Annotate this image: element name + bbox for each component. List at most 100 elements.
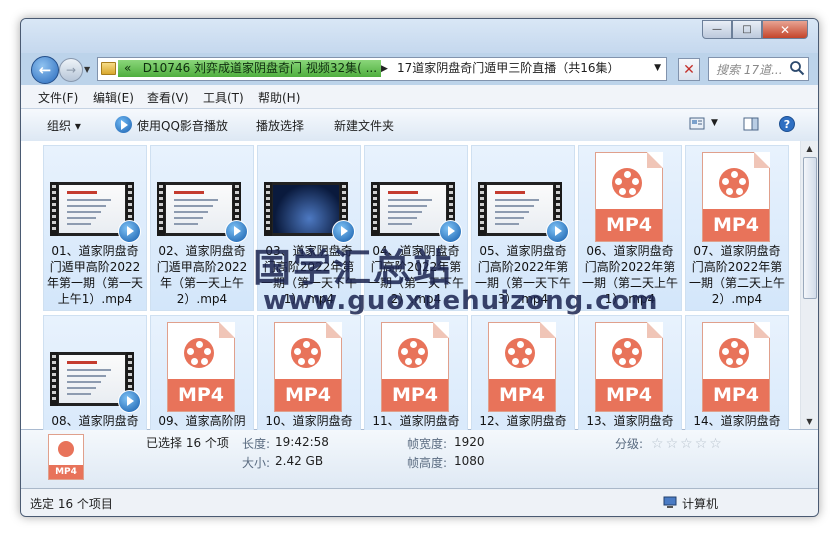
size-label: 大小:: [242, 456, 271, 470]
vertical-scrollbar[interactable]: ▲ ▼: [800, 141, 818, 429]
film-reel-icon: [719, 168, 749, 198]
mp4-icon-label: MP4: [596, 379, 662, 411]
breadcrumb-separator-icon[interactable]: ▶: [381, 59, 388, 79]
menu-help[interactable]: 帮助(H): [258, 89, 300, 106]
new-folder-button[interactable]: 新建文件夹: [334, 117, 394, 134]
page-fold: [219, 322, 235, 338]
preview-pane-icon[interactable]: [742, 115, 760, 133]
view-options-dropdown-icon[interactable]: ▼: [711, 118, 718, 128]
organize-button[interactable]: 组织 ▾: [47, 117, 81, 134]
breadcrumb-overflow-icon: «: [124, 61, 132, 75]
status-location-text: 计算机: [682, 497, 719, 511]
back-button[interactable]: ←: [31, 56, 59, 84]
star-icon[interactable]: ☆: [695, 437, 708, 451]
file-item[interactable]: MP4 07、道家阴盘奇门高阶2022年第一期（第二天上午2）.mp4: [685, 145, 789, 311]
play-with-qq-button[interactable]: 使用QQ影音播放: [137, 117, 228, 134]
file-list: ▲ ▼ 01、道家阴盘奇门遁甲高阶2022年第一期（第一天上午1）.mp4 02、…: [21, 141, 818, 481]
recent-pages-dropdown-icon[interactable]: ▼: [84, 65, 90, 74]
mp4-file-icon: MP4: [595, 152, 663, 242]
film-strip: [50, 352, 58, 406]
page-fold: [754, 152, 770, 168]
star-icon[interactable]: ☆: [680, 437, 693, 451]
address-bar[interactable]: « D10746 刘弈成道家阴盘奇门 视频32集( ... ▶ 17道家阴盘奇门…: [97, 57, 667, 81]
page-fold: [433, 322, 449, 338]
star-icon[interactable]: ☆: [651, 437, 664, 451]
mp4-icon-label: MP4: [382, 379, 448, 411]
file-name: 08、道家阴盘奇: [51, 414, 139, 428]
film-reel-icon: [58, 441, 74, 457]
mp4-file-icon: MP4: [274, 322, 342, 412]
film-strip: [478, 182, 486, 236]
film-strip: [264, 182, 272, 236]
status-bar: 选定 16 个项目 计算机: [21, 488, 818, 516]
mp4-file-icon: MP4: [488, 322, 556, 412]
film-strip: [157, 182, 165, 236]
file-name: 02、道家阴盘奇门遁甲高阶2022年（第一天上午2）.mp4: [156, 244, 248, 306]
file-item[interactable]: 02、道家阴盘奇门遁甲高阶2022年（第一天上午2）.mp4: [150, 145, 254, 311]
mp4-file-icon: MP4: [702, 152, 770, 242]
mp4-file-icon: MP4: [48, 434, 84, 480]
frame-height-value: 1080: [454, 454, 485, 468]
breadcrumb-parent[interactable]: « D10746 刘弈成道家阴盘奇门 视频32集( ...: [118, 60, 381, 77]
search-icon[interactable]: [789, 60, 805, 76]
mp4-icon-label: MP4: [596, 209, 662, 241]
video-frame: [59, 355, 125, 403]
star-icon[interactable]: ☆: [709, 437, 722, 451]
film-reel-icon: [291, 338, 321, 368]
file-name: 12、道家阴盘奇: [479, 414, 567, 428]
film-reel-icon: [505, 338, 535, 368]
change-view-icon[interactable]: [688, 115, 706, 133]
frame-height-label: 帧高度:: [407, 456, 448, 470]
video-frame: [380, 185, 446, 233]
file-name: 14、道家阴盘奇: [693, 414, 781, 428]
rating-label: 分级:: [615, 437, 644, 451]
star-icon[interactable]: ☆: [666, 437, 679, 451]
page-fold: [540, 322, 556, 338]
arrow-right-icon: →: [65, 63, 77, 77]
minimize-button[interactable]: —: [702, 20, 732, 39]
forward-button[interactable]: →: [59, 58, 83, 82]
computer-icon: [663, 496, 677, 508]
page-fold: [326, 322, 342, 338]
navigation-bar: ← → ▼ « D10746 刘弈成道家阴盘奇门 视频32集( ... ▶ 17…: [21, 53, 818, 85]
page-fold: [754, 322, 770, 338]
watermark-url: www.guoxuehuizong.com: [263, 286, 659, 316]
frame-width-value: 1920: [454, 435, 485, 449]
mp4-file-icon: MP4: [702, 322, 770, 412]
status-selection-text: 选定 16 个项目: [30, 497, 113, 511]
qq-player-badge-icon: [225, 220, 248, 243]
menu-file[interactable]: 文件(F): [38, 89, 78, 106]
mp4-file-icon: MP4: [595, 322, 663, 412]
help-icon[interactable]: ?: [778, 115, 796, 133]
watermark-text: 国学汇总站: [253, 246, 454, 290]
selected-count: 已选择 16 个项: [146, 436, 229, 450]
rating-stars[interactable]: ☆ ☆ ☆ ☆ ☆: [651, 437, 722, 451]
svg-text:?: ?: [784, 118, 790, 131]
menu-tools[interactable]: 工具(T): [203, 89, 244, 106]
maximize-button[interactable]: □: [732, 20, 762, 39]
qq-player-badge-icon: [118, 390, 141, 413]
mp4-icon-label: MP4: [168, 379, 234, 411]
film-reel-icon: [398, 338, 428, 368]
address-dropdown-icon[interactable]: ▼: [654, 58, 661, 79]
scroll-up-icon[interactable]: ▲: [801, 141, 818, 156]
film-reel-icon: [719, 338, 749, 368]
mp4-icon-label: MP4: [49, 465, 83, 479]
file-item[interactable]: 01、道家阴盘奇门遁甲高阶2022年第一期（第一天上午1）.mp4: [43, 145, 147, 311]
mp4-icon-label: MP4: [703, 209, 769, 241]
search-input[interactable]: 搜索 17道...: [708, 57, 809, 81]
close-button[interactable]: ✕: [762, 20, 808, 39]
menu-edit[interactable]: 编辑(E): [93, 89, 134, 106]
frame-width-label: 帧宽度:: [407, 437, 448, 451]
scroll-down-icon[interactable]: ▼: [801, 414, 818, 429]
film-strip: [50, 182, 58, 236]
window-controls: — □ ✕: [702, 20, 808, 39]
page-fold: [647, 322, 663, 338]
breadcrumb-current[interactable]: 17道家阴盘奇门遁甲三阶直播（共16集）: [397, 58, 620, 79]
clear-address-button[interactable]: ✕: [678, 58, 700, 81]
mp4-icon-label: MP4: [489, 379, 555, 411]
play-selection-button[interactable]: 播放选择: [256, 117, 304, 134]
menu-view[interactable]: 查看(V): [147, 89, 189, 106]
film-strip: [371, 182, 379, 236]
scrollbar-thumb[interactable]: [803, 157, 817, 299]
